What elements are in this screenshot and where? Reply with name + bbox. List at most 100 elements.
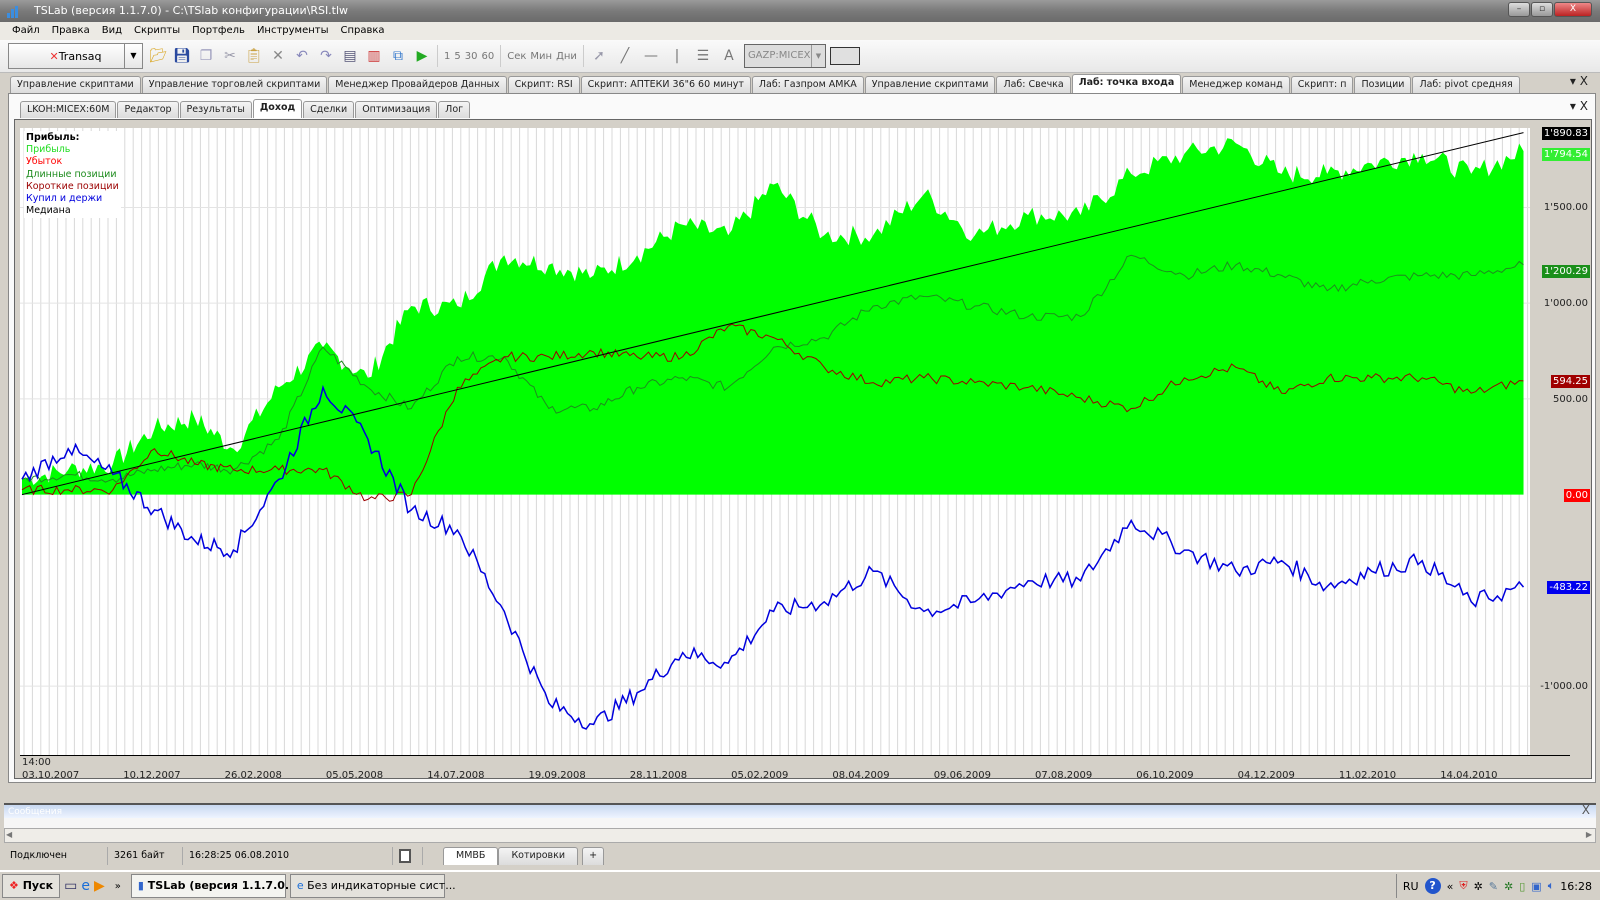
status-datetime: 16:28:25 06.08.2010: [183, 847, 393, 865]
main-tab-5[interactable]: Лаб: Газпром АМКА: [751, 76, 864, 93]
provider-button[interactable]: ✕ Transaq ▼: [8, 43, 143, 69]
menu-item-4[interactable]: Портфель: [186, 22, 251, 40]
main-tab-2[interactable]: Менеджер Провайдеров Данных: [328, 76, 507, 93]
menu-item-0[interactable]: Файл: [6, 22, 46, 40]
sub-tab-3[interactable]: Доход: [252, 99, 303, 118]
menu-item-5[interactable]: Инструменты: [251, 22, 335, 40]
sub-tab-2[interactable]: Результаты: [179, 101, 252, 118]
text-tool-icon[interactable]: A: [718, 45, 740, 67]
time-unit-0[interactable]: Сек: [505, 51, 528, 62]
horizontal-scrollbar[interactable]: ◀ ▶: [4, 828, 1596, 843]
copy-icon[interactable]: ❐: [195, 45, 217, 67]
main-tab-11[interactable]: Позиции: [1354, 76, 1412, 93]
x-tick-sublabel: 14:00: [22, 757, 51, 768]
time-unit-1[interactable]: Мин: [528, 51, 554, 62]
volume-icon[interactable]: 🔈︎: [1548, 879, 1555, 893]
close-window-button[interactable]: X: [1554, 2, 1592, 17]
help-icon[interactable]: ?: [1424, 878, 1441, 894]
cut-icon[interactable]: ✂: [219, 45, 241, 67]
legend-title: Прибыль:: [26, 132, 80, 143]
main-tab-4[interactable]: Скрипт: АПТЕКИ 36"6 60 минут: [580, 76, 751, 93]
fibonacci-icon[interactable]: ☰: [692, 45, 714, 67]
messages-list: [4, 818, 1596, 828]
main-tab-7[interactable]: Лаб: Свечка: [996, 76, 1071, 93]
panel-toggle-icon[interactable]: [393, 847, 423, 865]
bug-icon[interactable]: ✲: [1474, 880, 1483, 893]
internet-explorer-icon: e: [296, 879, 304, 892]
pen-icon[interactable]: ✎: [1489, 880, 1498, 893]
menu-item-2[interactable]: Вид: [96, 22, 128, 40]
trend-line-icon[interactable]: ╱: [614, 45, 636, 67]
internet-explorer-icon[interactable]: e: [81, 878, 90, 894]
sub-tab-5[interactable]: Оптимизация: [355, 101, 438, 118]
income-chart[interactable]: [20, 128, 1530, 755]
timeframe-5[interactable]: 5: [452, 51, 462, 62]
tab-list-icon[interactable]: ▾: [1570, 99, 1576, 113]
sub-tab-0[interactable]: LKOH:MICEX:60M: [20, 101, 117, 118]
chart-icon[interactable]: ▥: [363, 45, 385, 67]
menu-item-6[interactable]: Справка: [335, 22, 391, 40]
usb-icon[interactable]: ▯: [1519, 880, 1525, 893]
tab-list-icon[interactable]: ▾: [1570, 74, 1576, 88]
legend-item-5: Медиана: [26, 205, 71, 217]
color-picker[interactable]: [829, 47, 860, 65]
properties-icon[interactable]: ▤: [339, 45, 361, 67]
main-tab-8[interactable]: Лаб: точка входа: [1071, 74, 1182, 93]
open-folder-icon[interactable]: 📂︎: [147, 45, 169, 67]
symbol-value: GAZP:MICEX: [747, 50, 811, 61]
sub-tab-4[interactable]: Сделки: [303, 101, 355, 118]
cursor-icon[interactable]: ➚: [588, 45, 610, 67]
tray-expand-icon[interactable]: «: [1447, 880, 1454, 893]
horizontal-line-icon[interactable]: —: [640, 45, 662, 67]
symbol-select[interactable]: GAZP:MICEX ▼: [743, 44, 826, 68]
close-tab-icon[interactable]: X: [1580, 74, 1588, 88]
main-tab-6[interactable]: Управление скриптами: [864, 76, 996, 93]
status-bar: Подключен 3261 байт 16:28:25 06.08.2010 …: [4, 846, 1596, 866]
messages-title: Сообщения: [8, 807, 63, 817]
maximize-button[interactable]: ▫: [1531, 2, 1553, 17]
media-player-icon[interactable]: ▶: [94, 878, 105, 894]
sub-tab-1[interactable]: Редактор: [117, 101, 179, 118]
add-tab-button[interactable]: +: [582, 847, 605, 865]
menu-item-3[interactable]: Скрипты: [128, 22, 186, 40]
timeframe-30[interactable]: 30: [463, 51, 480, 62]
network-icon[interactable]: ▣: [1531, 880, 1541, 893]
run-icon[interactable]: ▶: [411, 45, 433, 67]
close-tab-icon[interactable]: X: [1580, 99, 1588, 113]
main-tab-12[interactable]: Лаб: pivot средняя: [1412, 76, 1520, 93]
main-tab-3[interactable]: Скрипт: RSI: [507, 76, 580, 93]
start-button[interactable]: ❖ Пуск: [2, 874, 61, 898]
taskbar-window-browser[interactable]: e Без индикаторные сист...: [289, 874, 456, 898]
clock[interactable]: 16:28: [1560, 880, 1592, 893]
language-indicator[interactable]: RU: [1403, 880, 1419, 893]
bug-icon[interactable]: ✲: [1504, 880, 1513, 893]
paste-icon[interactable]: 📋︎: [243, 45, 265, 67]
sub-tab-6[interactable]: Лог: [438, 101, 471, 118]
main-tab-1[interactable]: Управление торговлей скриптами: [141, 76, 328, 93]
undo-icon[interactable]: ↶: [291, 45, 313, 67]
menu-item-1[interactable]: Правка: [46, 22, 96, 40]
show-desktop-icon[interactable]: ▭: [64, 878, 77, 894]
minimize-button[interactable]: –: [1508, 2, 1530, 17]
antivirus-icon[interactable]: ⛨: [1459, 879, 1467, 893]
scroll-right-icon[interactable]: ▶: [1586, 830, 1592, 839]
timeframe-60[interactable]: 60: [479, 51, 496, 62]
save-icon[interactable]: 💾︎: [171, 45, 193, 67]
provider-dropdown-icon[interactable]: ▼: [124, 44, 142, 68]
time-unit-2[interactable]: Дни: [554, 51, 579, 62]
main-tab-10[interactable]: Скрипт: п: [1290, 76, 1354, 93]
x-tick-label: 19.09.2008: [528, 770, 586, 781]
scroll-left-icon[interactable]: ◀: [6, 830, 12, 839]
timeframe-1[interactable]: 1: [442, 51, 452, 62]
vertical-line-icon[interactable]: |: [666, 45, 688, 67]
taskbar-window-tslab[interactable]: ▮ TSLab (версия 1.1.7.0...: [130, 874, 297, 898]
redo-icon[interactable]: ↷: [315, 45, 337, 67]
diagram-icon[interactable]: ⧉: [387, 45, 409, 67]
quick-launch-more[interactable]: »: [115, 881, 121, 892]
status-tab-1[interactable]: Котировки: [498, 847, 579, 865]
main-tab-0[interactable]: Управление скриптами: [10, 76, 141, 93]
main-tab-9[interactable]: Менеджер команд: [1182, 76, 1290, 93]
close-messages-icon[interactable]: X: [1582, 803, 1590, 817]
status-tab-0[interactable]: ММВБ: [443, 847, 499, 865]
delete-icon[interactable]: ✕: [267, 45, 289, 67]
